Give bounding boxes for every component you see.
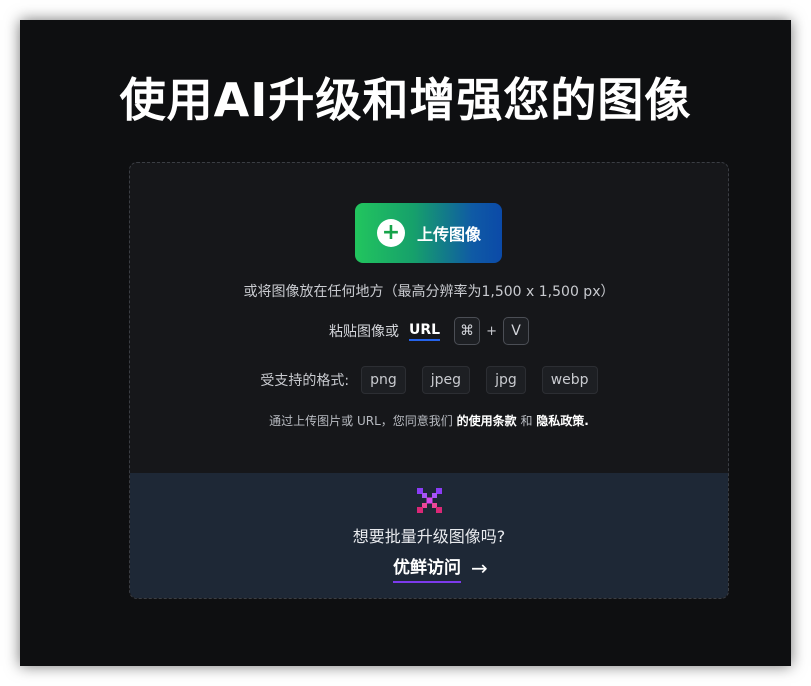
bulk-upscale-panel: 想要批量升级图像吗? 优鲜访问 → xyxy=(130,473,728,598)
bulk-question: 想要批量升级图像吗? xyxy=(352,527,506,546)
privacy-policy-link[interactable]: 隐私政策. xyxy=(536,414,589,428)
terms-of-use-link[interactable]: 的使用条款 xyxy=(457,414,517,428)
early-access-label: 优鲜访问 xyxy=(393,553,461,583)
command-key-icon: ⌘ xyxy=(454,317,481,345)
terms-notice: 通过上传图片或 URL，您同意我们 的使用条款 和 隐私政策. xyxy=(130,412,728,429)
upload-image-button[interactable]: + 上传图像 xyxy=(355,203,502,263)
bulk-logo-icon xyxy=(417,488,442,513)
app-window: 使用AI升级和增强您的图像 + 上传图像 或将图像放在任何地方（最高分辨率为1,… xyxy=(20,20,791,666)
upload-button-label: 上传图像 xyxy=(417,225,482,244)
arrow-right-icon: → xyxy=(471,556,488,580)
v-key: V xyxy=(502,317,529,345)
shortcut-plus: + xyxy=(486,323,497,339)
drop-hint-text: 或将图像放在任何地方（最高分辨率为1,500 x 1,500 px） xyxy=(243,284,615,300)
format-badge-jpeg: jpeg xyxy=(421,366,471,394)
paste-label: 粘贴图像或 xyxy=(329,324,399,340)
terms-prefix: 通过上传图片或 URL，您同意我们 xyxy=(269,414,453,428)
format-badge-webp: webp xyxy=(541,366,598,394)
format-badge-png: png xyxy=(361,366,406,394)
page-title: 使用AI升级和增强您的图像 xyxy=(119,73,692,127)
upload-dropzone[interactable]: + 上传图像 或将图像放在任何地方（最高分辨率为1,500 x 1,500 px… xyxy=(129,162,729,599)
early-access-link[interactable]: 优鲜访问 → xyxy=(393,553,488,583)
formats-label: 受支持的格式: xyxy=(260,373,350,389)
terms-and: 和 xyxy=(520,414,533,428)
url-link[interactable]: URL xyxy=(409,322,441,341)
supported-formats: 受支持的格式: png jpeg jpg webp xyxy=(130,366,728,394)
plus-icon: + xyxy=(377,219,405,247)
format-badge-jpg: jpg xyxy=(486,366,526,394)
paste-row: 粘贴图像或 URL ⌘ + V xyxy=(130,317,728,345)
